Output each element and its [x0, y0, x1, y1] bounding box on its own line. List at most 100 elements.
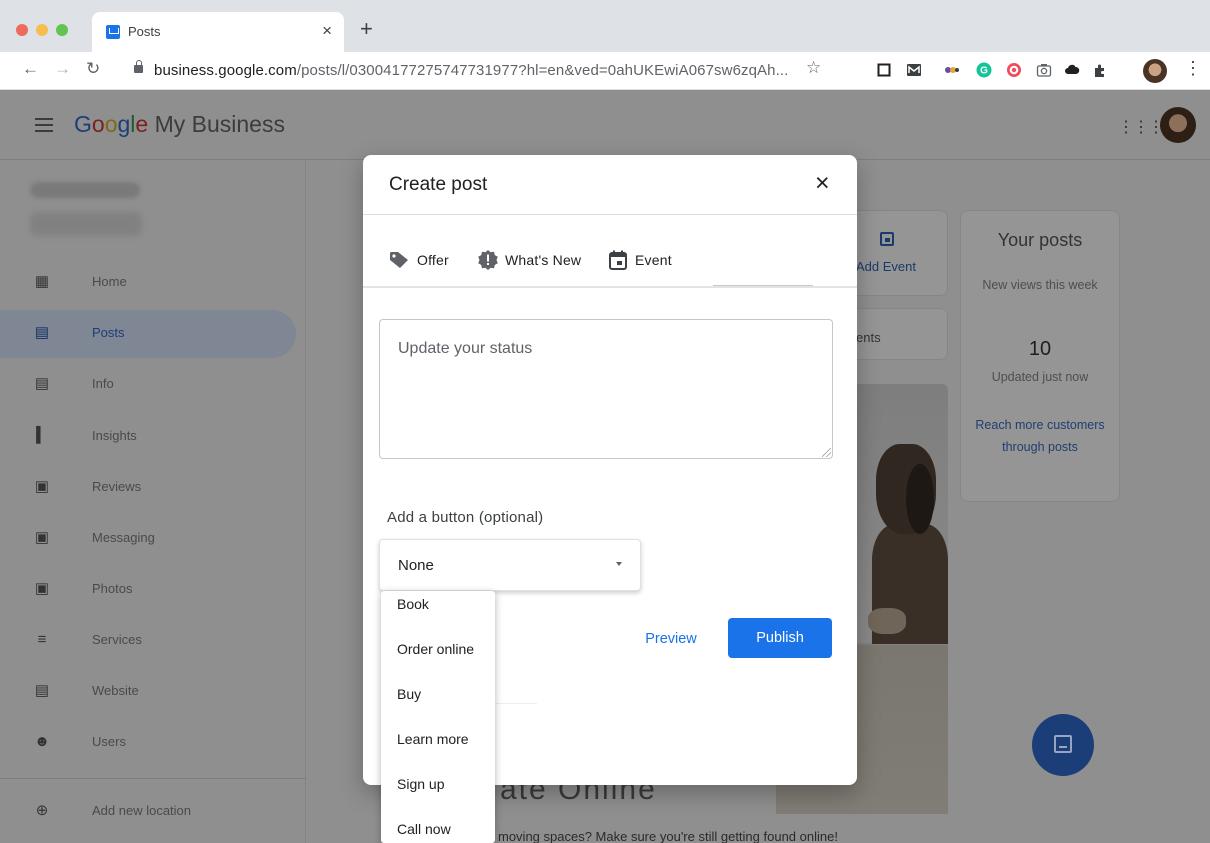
add-new-location-button[interactable]: ⊕ Add new location	[0, 788, 296, 836]
tab-event[interactable]: Event	[609, 249, 681, 271]
dialog-title: Create post	[389, 174, 488, 195]
add-location-icon: ⊕	[35, 802, 49, 819]
new-tab-button[interactable]: +	[360, 18, 373, 40]
extension-target-icon[interactable]	[1006, 62, 1022, 78]
reach-more-link[interactable]: Reach more customers through posts	[975, 414, 1105, 458]
tab-title: Posts	[128, 24, 161, 39]
tabs-underline	[363, 286, 857, 288]
menu-item-label: Book	[397, 596, 429, 612]
resize-handle-icon[interactable]	[822, 448, 831, 457]
photos-icon: ▣	[34, 580, 50, 597]
tag-icon	[390, 252, 408, 268]
sidebar-item-messaging[interactable]: ▣ Messaging	[0, 515, 296, 563]
sidebar: ▦ Home ▤ Posts ▤ Info ▍ Insights ▣ Revie…	[0, 160, 306, 843]
reviews-icon: ▣	[34, 478, 50, 495]
sidebar-item-insights[interactable]: ▍ Insights	[0, 413, 296, 461]
extension-camera-icon[interactable]	[1036, 62, 1052, 78]
sidebar-item-label: Messaging	[92, 530, 155, 545]
hamburger-menu-icon[interactable]	[35, 118, 53, 132]
status-text-area[interactable]	[379, 319, 833, 459]
menu-item-label: Sign up	[397, 776, 445, 792]
button-options-menu: Book Order online Buy Learn more Sign up…	[381, 591, 495, 843]
apps-grid-icon[interactable]: ⋮⋮⋮	[1118, 117, 1164, 137]
dashboard-icon: ▦	[34, 273, 50, 290]
sidebar-item-label: Photos	[92, 581, 133, 596]
publish-button[interactable]: Publish	[728, 618, 832, 658]
back-icon[interactable]: ←	[22, 60, 39, 77]
add-event-label: Add Event	[856, 259, 916, 274]
app-header: Google My Business ⋮⋮⋮	[0, 90, 1210, 160]
sidebar-item-photos[interactable]: ▣ Photos	[0, 566, 296, 614]
dog-paw	[868, 608, 906, 634]
create-post-fab[interactable]	[1032, 714, 1094, 776]
calendar-icon	[609, 250, 627, 270]
menu-item-book[interactable]: Book	[381, 591, 495, 635]
account-avatar[interactable]	[1160, 107, 1196, 143]
sidebar-item-services[interactable]: ≡ Services	[0, 617, 296, 665]
menu-item-order-online[interactable]: Order online	[381, 635, 495, 679]
sidebar-item-label: Insights	[92, 428, 137, 443]
menu-item-call-now[interactable]: Call now	[381, 815, 495, 843]
gmb-favicon-icon	[106, 25, 120, 39]
sidebar-item-website[interactable]: ▤ Website	[0, 668, 296, 716]
browser-tab[interactable]: Posts ×	[92, 12, 344, 52]
menu-item-sign-up[interactable]: Sign up	[381, 770, 495, 814]
menu-item-buy[interactable]: Buy	[381, 680, 495, 724]
tab-offer[interactable]: Offer	[389, 249, 461, 271]
tab-whats-new[interactable]: What's New	[477, 249, 593, 271]
url-field[interactable]: business.google.com/posts/l/030041772757…	[118, 56, 858, 86]
your-posts-title: Your posts	[997, 230, 1083, 250]
tab-label: What's New	[505, 252, 582, 268]
events-label: ents	[856, 330, 881, 345]
sidebar-item-users[interactable]: ☻ Users	[0, 719, 296, 767]
bar-chart-icon: ▍	[36, 427, 48, 444]
address-bar: ← → ↻ business.google.com/posts/l/030041…	[0, 52, 1210, 90]
new-views-count: 10	[1028, 338, 1052, 360]
close-icon[interactable]: ×	[815, 171, 830, 196]
sidebar-item-label: Info	[92, 376, 114, 391]
extension-dots-icon[interactable]	[944, 62, 960, 78]
sidebar-item-label: Posts	[92, 325, 125, 340]
tabs-underline-segment	[713, 285, 813, 286]
extension-mail-icon[interactable]	[906, 62, 922, 78]
button-type-select[interactable]: None	[379, 539, 641, 591]
menu-item-label: Learn more	[397, 731, 469, 747]
forward-icon[interactable]: →	[54, 60, 71, 77]
sidebar-item-info[interactable]: ▤ Info	[0, 361, 296, 409]
sidebar-item-home[interactable]: ▦ Home	[0, 259, 296, 307]
post-caption: moving spaces? Make sure you're still ge…	[498, 829, 838, 843]
business-name-blurred	[30, 182, 140, 198]
browser-profile-avatar[interactable]	[1143, 59, 1167, 83]
message-icon: ▣	[34, 529, 50, 546]
menu-item-learn-more[interactable]: Learn more	[381, 725, 495, 769]
faint-divider	[493, 703, 537, 704]
lock-icon	[134, 60, 143, 73]
menu-item-label: Order online	[397, 641, 475, 657]
browser-menu-icon[interactable]: ⋮	[1184, 58, 1202, 79]
browser-tab-bar: Posts × +	[0, 0, 1210, 52]
sidebar-item-reviews[interactable]: ▣ Reviews	[0, 464, 296, 512]
sidebar-divider	[0, 778, 306, 779]
close-window-button[interactable]	[16, 24, 28, 36]
sidebar-item-posts[interactable]: ▤ Posts	[0, 310, 296, 358]
dog-ear	[906, 464, 934, 534]
extensions-puzzle-icon[interactable]	[1092, 62, 1108, 78]
tab-close-icon[interactable]: ×	[322, 21, 332, 41]
list-icon: ≡	[37, 631, 47, 648]
grammarly-icon[interactable]: G	[976, 62, 992, 78]
sidebar-item-label: Home	[92, 274, 127, 289]
updated-label: Updated just now	[991, 370, 1089, 384]
url-text: business.google.com/posts/l/030041772757…	[154, 62, 789, 79]
reload-icon[interactable]: ↻	[86, 60, 100, 77]
select-value: None	[398, 557, 434, 574]
extension-square-icon[interactable]	[876, 62, 892, 78]
preview-button[interactable]: Preview	[633, 625, 709, 653]
minimize-window-button[interactable]	[36, 24, 48, 36]
add-user-icon: ☻	[34, 733, 50, 750]
extension-cloud-icon[interactable]	[1064, 62, 1080, 78]
maximize-window-button[interactable]	[56, 24, 68, 36]
app-logo[interactable]: Google My Business	[74, 111, 285, 138]
menu-item-label: Call now	[397, 821, 451, 837]
bookmark-star-icon[interactable]: ☆	[806, 58, 821, 78]
sidebar-item-label: Reviews	[92, 479, 142, 494]
